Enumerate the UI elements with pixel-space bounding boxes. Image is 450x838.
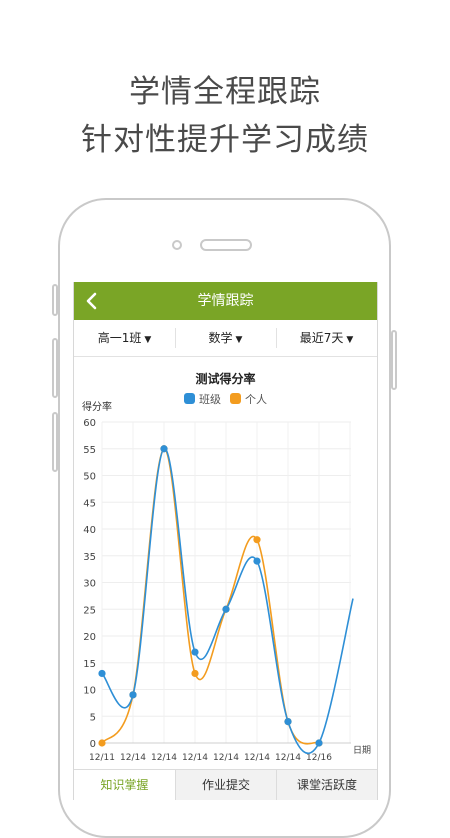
data-point-class — [191, 648, 199, 656]
y-tick-label: 30 — [83, 579, 96, 590]
y-tick-label: 60 — [83, 418, 96, 429]
caret-down-icon: ▼ — [144, 335, 152, 345]
class-filter-dropdown[interactable]: 高一1班 ▼ — [74, 320, 175, 356]
y-tick-label: 25 — [83, 605, 96, 616]
y-tick-label: 5 — [90, 712, 96, 723]
data-point-class — [284, 718, 292, 726]
phone-mute-switch — [52, 284, 58, 316]
x-tick-label: 12/14 — [213, 753, 239, 763]
tab-knowledge[interactable]: 知识掌握 — [74, 770, 175, 800]
phone-volume-up — [52, 338, 58, 398]
caret-down-icon: ▼ — [346, 335, 354, 345]
y-tick-label: 40 — [83, 525, 96, 536]
x-tick-label: 12/14 — [151, 753, 177, 763]
class-filter-label: 高一1班 — [97, 331, 142, 345]
promo-headline-2: 针对性提升学习成绩 — [81, 122, 369, 158]
page-title: 学情跟踪 — [197, 293, 254, 309]
promo-headline-1: 学情全程跟踪 — [129, 74, 321, 110]
bottom-tab-bar: 知识掌握 作业提交 课堂活跃度 — [74, 769, 377, 800]
top-bar: 学情跟踪 — [74, 282, 377, 320]
y-tick-label: 15 — [83, 659, 96, 670]
x-tick-label: 12/11 — [89, 753, 115, 763]
x-tick-label: 12/14 — [275, 753, 301, 763]
phone-camera — [172, 240, 182, 250]
data-point-class — [160, 445, 168, 453]
y-tick-label: 50 — [83, 472, 96, 483]
phone-volume-down — [52, 412, 58, 472]
caret-down-icon: ▼ — [235, 335, 243, 345]
y-tick-label: 45 — [83, 498, 96, 509]
data-point-personal — [98, 739, 106, 747]
data-point-class — [222, 605, 230, 613]
chart-title: 测试得分率 — [195, 372, 256, 386]
y-tick-label: 0 — [90, 739, 96, 750]
x-tick-label: 12/14 — [120, 753, 146, 763]
y-tick-label: 10 — [83, 686, 96, 697]
data-point-class — [253, 557, 261, 565]
phone-speaker — [200, 239, 252, 251]
x-tick-label: 12/14 — [244, 753, 270, 763]
y-tick-label: 35 — [83, 552, 96, 563]
series-line-class — [101, 447, 354, 755]
x-tick-label: 12/14 — [182, 753, 208, 763]
data-point-class — [129, 691, 137, 699]
subject-filter-dropdown[interactable]: 数学 ▼ — [175, 320, 276, 356]
tab-class-activity[interactable]: 课堂活跃度 — [276, 770, 377, 800]
data-point-personal — [191, 669, 199, 678]
x-tick-label: 12/16 — [306, 753, 332, 763]
data-point-class — [315, 739, 323, 747]
period-filter-label: 最近7天 — [299, 331, 344, 345]
y-axis-label: 得分率 — [82, 400, 112, 413]
x-axis-label: 日期 — [353, 745, 371, 756]
filter-bar: 高一1班 ▼ 数学 ▼ 最近7天 ▼ — [74, 320, 377, 357]
app-screen: 学情跟踪 高一1班 ▼ 数学 ▼ 最近7天 ▼ 测试得分率 班级 个人 0 5 10 15 2… — [73, 282, 378, 800]
score-line-chart: 0 5 10 15 20 25 30 35 40 45 50 55 60 得分率 12/11 12/14 12/… — [82, 400, 371, 763]
data-point-personal — [253, 536, 261, 544]
data-point-class — [98, 669, 106, 678]
y-tick-label: 20 — [83, 632, 96, 643]
phone-power-button — [391, 330, 397, 390]
subject-filter-label: 数学 — [208, 331, 233, 345]
period-filter-dropdown[interactable]: 最近7天 ▼ — [276, 320, 377, 356]
y-tick-label: 55 — [83, 445, 96, 456]
tab-homework[interactable]: 作业提交 — [175, 770, 276, 800]
series-line-personal — [101, 447, 320, 745]
